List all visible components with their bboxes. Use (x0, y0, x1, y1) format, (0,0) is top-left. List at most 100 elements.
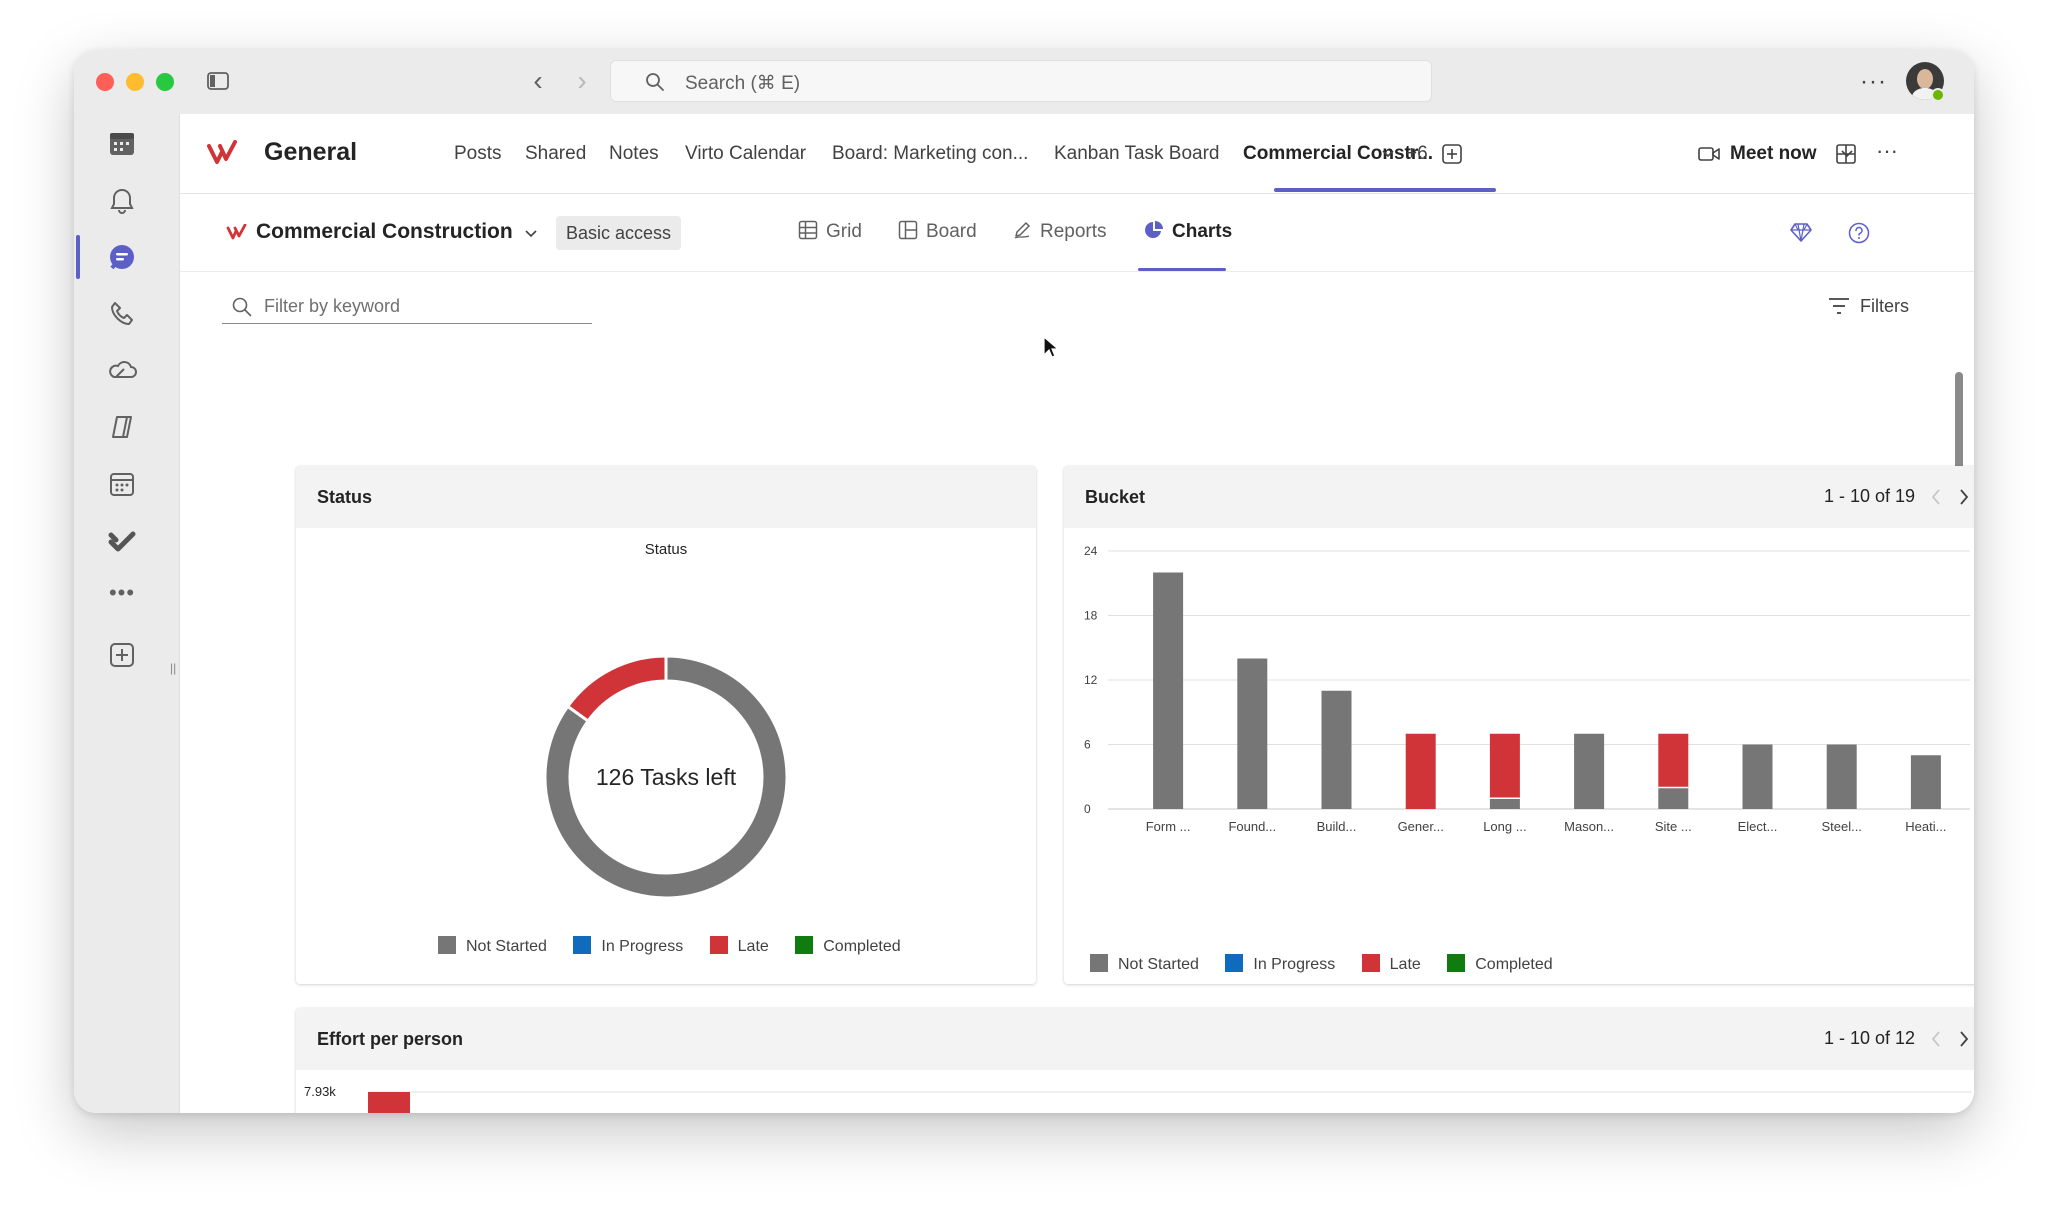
chevron-down-icon[interactable] (524, 229, 538, 239)
back-arrow-icon[interactable]: ‹ (526, 67, 550, 95)
rail-resize-handle[interactable]: || (170, 661, 178, 677)
apps-icon[interactable] (1836, 144, 1856, 164)
channel-more-options-icon[interactable]: ··· (1876, 138, 1898, 164)
tab-grid[interactable]: Grid (798, 220, 862, 243)
tab-virto-calendar[interactable]: Virto Calendar (685, 143, 806, 165)
tab-board-label: Board (926, 221, 977, 242)
status-card-header: Status (296, 466, 1036, 528)
active-view-indicator (1138, 268, 1226, 271)
x-tick-label: Gener... (1398, 819, 1444, 834)
add-tab-icon[interactable] (1442, 144, 1462, 164)
onedrive-icon[interactable] (107, 355, 137, 385)
bar-not-started[interactable] (1658, 787, 1689, 810)
tab-notes[interactable]: Notes (609, 143, 659, 165)
legend-item-late[interactable]: Late (1361, 954, 1421, 974)
help-icon[interactable] (1848, 222, 1870, 244)
bar-late[interactable] (368, 1092, 410, 1113)
project-name[interactable]: Commercial Construction (256, 220, 513, 244)
teams-window: ‹ › Search (⌘ E) ··· ••• || General Post… (74, 50, 1974, 1113)
app-toolbar: Commercial Construction Basic access Gri… (180, 194, 1974, 272)
rail-active-indicator (76, 235, 80, 279)
legend-item-in-progress[interactable]: In Progress (573, 936, 683, 956)
legend-item-late[interactable]: Late (709, 936, 769, 956)
calls-icon[interactable] (107, 299, 137, 329)
effort-pager-text: 1 - 10 of 12 (1824, 1028, 1916, 1048)
reports-pencil-icon (1014, 222, 1030, 239)
x-tick-label: Steel... (1821, 819, 1861, 834)
access-badge: Basic access (556, 216, 682, 250)
bucket-card-title: Bucket (1085, 487, 1146, 507)
forward-arrow-icon[interactable]: › (570, 67, 594, 95)
bar-not-started[interactable] (1910, 755, 1941, 809)
status-legend: Not Started In Progress Late Completed (438, 936, 923, 958)
chevron-left-icon[interactable] (1930, 1030, 1942, 1048)
status-donut-chart: Status 126 Tasks left (543, 541, 789, 900)
donut-slice-late[interactable] (565, 654, 668, 724)
chevron-left-icon[interactable] (1930, 488, 1942, 506)
effort-bars (368, 1092, 410, 1113)
tab-commercial-construction[interactable]: Commercial Constr... (1243, 143, 1433, 165)
sidebar-toggle-icon[interactable] (207, 72, 229, 90)
chevron-right-icon[interactable] (1958, 1030, 1970, 1048)
bar-not-started[interactable] (1742, 744, 1773, 810)
y-tick-label: 7.93k (304, 1084, 336, 1099)
legend-item-completed[interactable]: Completed (795, 936, 901, 956)
project-logo-icon (226, 224, 247, 240)
tab-board[interactable]: Board (898, 220, 977, 243)
legend-item-not-started[interactable]: Not Started (1090, 954, 1199, 974)
y-tick-label: 12 (1084, 673, 1098, 687)
filters-label: Filters (1860, 296, 1909, 316)
zoom-window-button[interactable] (156, 73, 174, 91)
tab-shared[interactable]: Shared (525, 143, 586, 165)
team-logo-icon (207, 140, 237, 164)
activity-bell-icon[interactable] (107, 186, 137, 216)
status-chart-title: Status (645, 541, 688, 558)
tab-kanban-task-board[interactable]: Kanban Task Board (1054, 143, 1220, 165)
premium-diamond-icon[interactable] (1790, 222, 1812, 242)
chevron-right-icon[interactable] (1958, 488, 1970, 506)
effort-card: Effort per person 1 - 10 of 12 7.93k (296, 1008, 1974, 1113)
calendar-icon[interactable] (107, 128, 137, 158)
filter-placeholder: Filter by keyword (264, 296, 401, 316)
y-tick-label: 24 (1084, 544, 1098, 558)
bar-not-started[interactable] (1237, 658, 1268, 810)
tab-posts[interactable]: Posts (454, 143, 502, 165)
more-apps-icon[interactable]: ••• (107, 580, 137, 610)
bar-not-started[interactable] (1489, 798, 1520, 809)
bar-not-started[interactable] (1826, 744, 1857, 810)
search-input[interactable]: Search (⌘ E) (610, 60, 1432, 102)
bar-late[interactable] (1405, 733, 1436, 809)
close-window-button[interactable] (96, 73, 114, 91)
board-icon (898, 220, 918, 240)
effort-card-title: Effort per person (317, 1029, 464, 1049)
minimize-window-button[interactable] (126, 73, 144, 91)
title-bar: ‹ › Search (⌘ E) ··· (74, 50, 1974, 114)
more-options-icon[interactable]: ··· (1860, 68, 1887, 96)
bar-late[interactable] (1658, 733, 1689, 788)
filter-keyword-input[interactable]: Filter by keyword (222, 288, 592, 324)
x-tick-label: Form ... (1146, 819, 1191, 834)
bar-late[interactable] (1489, 733, 1520, 799)
effort-card-header: Effort per person 1 - 10 of 12 (296, 1008, 1974, 1070)
tab-charts[interactable]: Charts (1144, 220, 1232, 243)
bar-not-started[interactable] (1574, 733, 1605, 809)
channel-title: General (264, 138, 358, 166)
chevron-down-icon[interactable] (1380, 148, 1396, 160)
planner-calendar-icon[interactable] (107, 469, 137, 499)
video-camera-icon (1698, 147, 1720, 161)
add-app-icon[interactable] (107, 640, 137, 670)
more-tabs-count[interactable]: +6 (1406, 143, 1428, 165)
tab-reports-label: Reports (1040, 221, 1107, 242)
virto-app-icon[interactable] (107, 526, 137, 556)
legend-item-completed[interactable]: Completed (1447, 954, 1553, 974)
chat-icon[interactable] (107, 243, 137, 273)
legend-item-not-started[interactable]: Not Started (438, 936, 547, 956)
bucket-card-header: Bucket 1 - 10 of 19 (1064, 466, 1974, 528)
tab-reports[interactable]: Reports (1012, 220, 1107, 243)
legend-item-in-progress[interactable]: In Progress (1225, 954, 1335, 974)
bar-not-started[interactable] (1321, 690, 1352, 809)
copilot-icon[interactable] (107, 412, 137, 442)
tab-grid-label: Grid (826, 221, 862, 242)
bar-not-started[interactable] (1153, 572, 1184, 810)
tab-board-marketing[interactable]: Board: Marketing con... (832, 143, 1028, 165)
